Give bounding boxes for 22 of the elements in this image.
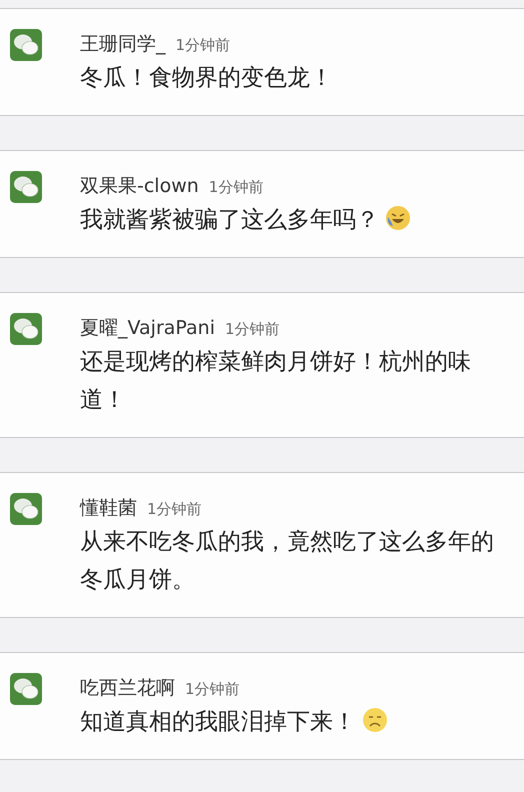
chat-bubbles-icon [10,29,42,61]
comment-time: 1分钟前 [185,680,240,699]
comment-text: 我就酱紫被骗了这么多年吗？ [80,207,379,233]
comment-time: 1分钟前 [176,36,230,55]
chat-bubbles-icon [10,313,42,345]
commenter-name: 夏曜_VajraPani [80,316,215,341]
comment-text: 从来不吃冬瓜的我，竟然吃了这么多年的冬瓜月饼。 [80,529,494,593]
comment-text: 冬瓜！食物界的变色龙！ [80,65,333,91]
commenter-name: 双果果-clown [80,174,199,199]
sad-face-emoji-icon [362,707,388,733]
commenter-name: 王珊同学_ [80,32,166,57]
comment-time: 1分钟前 [147,500,202,519]
chat-bubbles-icon [10,493,42,525]
comment-text: 知道真相的我眼泪掉下来！ [80,709,356,735]
crying-laughing-emoji-icon [385,205,411,231]
commenter-name: 吃西兰花啊 [80,676,175,701]
chat-bubbles-icon [10,171,42,203]
comment-time: 1分钟前 [208,178,264,197]
commenter-name: 懂鞋菌 [80,496,137,521]
comment-time: 1分钟前 [224,320,280,339]
comment-text: 还是现烤的榨菜鲜肉月饼好！杭州的味道！ [80,349,471,413]
chat-bubbles-icon [10,673,42,705]
